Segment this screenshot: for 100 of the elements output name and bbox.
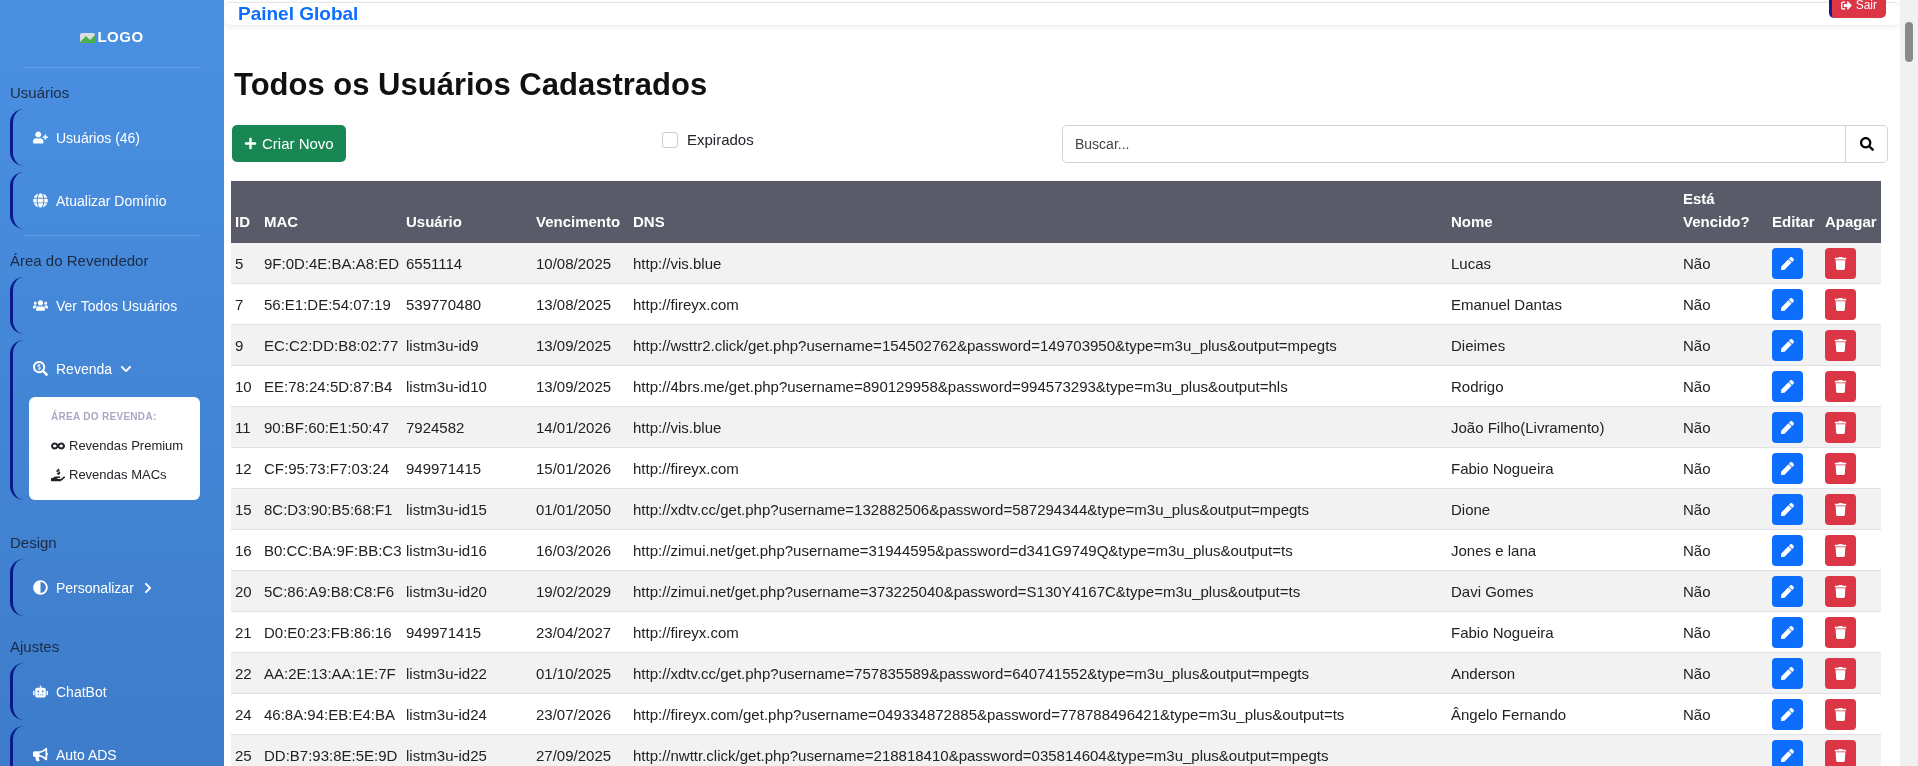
logout-button[interactable]: Sair [1828, 0, 1886, 18]
edit-button[interactable] [1772, 698, 1803, 730]
table-cell: Não [1679, 283, 1768, 325]
checkbox-label: Expirados [687, 131, 754, 148]
edit-button[interactable] [1772, 329, 1803, 361]
checkbox[interactable] [662, 131, 678, 148]
page-title: Todos os Usuários Cadastrados [234, 67, 709, 103]
table-cell: 10 [231, 365, 260, 407]
trash-icon [1834, 625, 1847, 639]
table-cell: http://4brs.me/get.php?username=890129958&password=994573293&type=m3u_plus&output=hls [629, 365, 1447, 407]
nav-item[interactable]: Auto ADS [13, 726, 214, 766]
table-cell: 9F:0D:4E:BA:A8:ED [260, 243, 402, 284]
table-cell: DD:B7:93:8E:5E:9D [260, 734, 402, 766]
table-cell: 8C:D3:90:B5:68:F1 [260, 488, 402, 530]
nav-item[interactable]: Atualizar Domínio [13, 172, 214, 229]
trash-icon [1834, 256, 1847, 270]
delete-button[interactable] [1825, 657, 1856, 689]
create-button[interactable]: Criar Novo [232, 125, 346, 162]
table-cell: 90:BF:60:E1:50:47 [260, 406, 402, 448]
table-cell: 16 [231, 529, 260, 571]
table-cell: CF:95:73:F7:03:24 [260, 447, 402, 489]
table-cell: 11 [231, 406, 260, 448]
section-heading: Design [10, 533, 58, 553]
table-cell: 24 [231, 693, 260, 735]
edit-button[interactable] [1772, 452, 1803, 484]
submenu-item[interactable]: Revendas Premium [39, 432, 190, 461]
table-cell: Emanuel Dantas [1447, 283, 1679, 325]
submenu-heading: ÁREA DO REVENDA: [50, 411, 158, 422]
edit-button[interactable] [1772, 288, 1803, 320]
table-cell: 15 [231, 488, 260, 530]
trash-icon [1834, 543, 1847, 557]
scrollbar[interactable] [1900, 0, 1918, 766]
logout-icon [1840, 0, 1852, 11]
trash-icon [1834, 379, 1847, 393]
table-cell: Não [1679, 652, 1768, 694]
table-cell: listm3u-id9 [402, 324, 532, 366]
table-cell: EE:78:24:5D:87:B4 [260, 365, 402, 407]
table-cell: http://fireyx.com/get.php?username=049334872885&password=778788496421&type=m3u_plus&output=ts [629, 693, 1447, 735]
edit-button[interactable] [1772, 739, 1803, 766]
nav-item[interactable]: Usuários (46) [13, 109, 214, 166]
nav-item[interactable]: ChatBot [13, 663, 214, 720]
table-cell: Não [1679, 243, 1768, 284]
edit-button[interactable] [1772, 616, 1803, 648]
column-header: Apagar [1821, 181, 1881, 243]
table-cell: Fabio Nogueira [1447, 611, 1679, 653]
delete-button[interactable] [1825, 329, 1856, 361]
nav-icon [33, 193, 48, 208]
delete-button[interactable] [1825, 575, 1856, 607]
table-cell: http://fireyx.com [629, 283, 1447, 325]
pencil-icon [1781, 543, 1794, 557]
table-cell: 21 [231, 611, 260, 653]
trash-icon [1834, 666, 1847, 680]
table-cell: 5 [231, 243, 260, 284]
delete-button[interactable] [1825, 452, 1856, 484]
pencil-icon [1781, 502, 1794, 516]
table-cell: Jones e lana [1447, 529, 1679, 571]
nav-item[interactable]: Personalizar [13, 559, 214, 616]
nav-item[interactable]: Revenda [13, 340, 214, 397]
column-header: DNS [629, 181, 1447, 243]
table-cell: Anderson [1447, 652, 1679, 694]
delete-button[interactable] [1825, 411, 1856, 443]
delete-button[interactable] [1825, 698, 1856, 730]
search-button[interactable] [1846, 125, 1888, 163]
pencil-icon [1781, 379, 1794, 393]
delete-button[interactable] [1825, 247, 1856, 279]
search-field[interactable]: Buscar... [1062, 125, 1846, 163]
trash-icon [1834, 461, 1847, 475]
pencil-icon [1781, 256, 1794, 270]
table-cell: 01/10/2025 [532, 652, 629, 694]
delete-button[interactable] [1825, 288, 1856, 320]
table-cell: 19/02/2029 [532, 570, 629, 612]
table-cell: 20 [231, 570, 260, 612]
nav-icon [33, 361, 48, 376]
delete-button[interactable] [1825, 616, 1856, 648]
edit-button[interactable] [1772, 411, 1803, 443]
table-cell: listm3u-id22 [402, 652, 532, 694]
nav-item[interactable]: Ver Todos Usuários [13, 277, 214, 334]
table-cell: D0:E0:23:FB:86:16 [260, 611, 402, 653]
table-cell: Não [1679, 406, 1768, 448]
table-cell: EC:C2:DD:B8:02:77 [260, 324, 402, 366]
nav-icon [33, 298, 48, 313]
edit-button[interactable] [1772, 575, 1803, 607]
edit-button[interactable] [1772, 534, 1803, 566]
submenu-item[interactable]: Revendas MACs [39, 461, 190, 490]
edit-button[interactable] [1772, 247, 1803, 279]
table-cell: Rodrigo [1447, 365, 1679, 407]
edit-button[interactable] [1772, 657, 1803, 689]
delete-button[interactable] [1825, 534, 1856, 566]
edit-button[interactable] [1772, 493, 1803, 525]
column-header: ID [231, 181, 260, 243]
logo: LOGO [80, 28, 144, 45]
nav-icon [33, 130, 48, 145]
column-header: Editar [1768, 181, 1821, 243]
delete-button[interactable] [1825, 370, 1856, 402]
delete-button[interactable] [1825, 739, 1856, 766]
pencil-icon [1781, 420, 1794, 434]
delete-button[interactable] [1825, 493, 1856, 525]
edit-button[interactable] [1772, 370, 1803, 402]
column-header: Nome [1447, 181, 1679, 243]
app-title: Painel Global [238, 3, 359, 25]
